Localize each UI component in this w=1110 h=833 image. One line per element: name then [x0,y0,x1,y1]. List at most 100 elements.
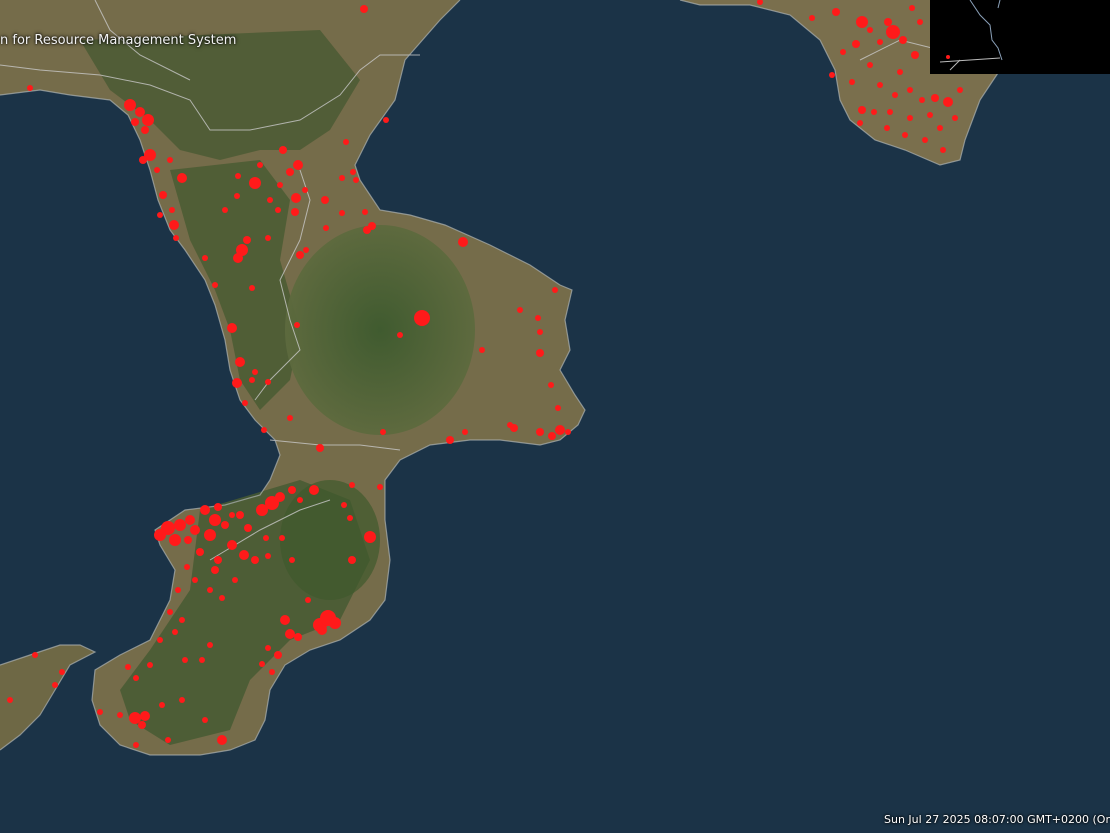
fire-marker [957,87,963,93]
fire-marker [302,187,308,193]
fire-marker [147,662,153,668]
fire-marker [877,39,883,45]
fire-marker [199,657,205,663]
fire-marker [867,62,873,68]
fire-marker [840,49,846,55]
fire-marker [182,657,188,663]
fire-marker [157,212,163,218]
fire-marker [349,482,355,488]
fire-marker [856,16,868,28]
fire-marker [291,208,299,216]
fire-marker [222,207,228,213]
fire-marker [259,661,265,667]
fire-marker [214,503,222,511]
fire-marker [192,577,198,583]
fire-marker [887,109,893,115]
fire-marker [202,717,208,723]
fire-marker [133,675,139,681]
fire-marker [165,737,171,743]
fire-marker [219,595,225,601]
overview-minimap[interactable] [930,0,1110,74]
fire-marker [303,247,309,253]
fire-marker [537,329,543,335]
fire-marker [462,429,468,435]
fire-marker [131,118,139,126]
fire-marker [902,132,908,138]
fire-marker [229,512,235,518]
fire-marker [383,117,389,123]
fire-marker [909,5,915,11]
fire-marker [200,505,210,515]
fire-marker [305,597,311,603]
fire-marker [363,226,371,234]
fire-marker [286,168,294,176]
fire-marker [911,51,919,59]
fire-marker [297,497,303,503]
map-timestamp: Sun Jul 27 2025 08:07:00 GMT+0200 (Or [884,813,1110,826]
fire-marker [234,193,240,199]
fire-marker [159,702,165,708]
fire-marker [289,557,295,563]
fire-marker [251,556,259,564]
fire-marker [360,5,368,13]
fire-marker [536,428,544,436]
fire-marker [249,177,261,189]
fire-marker [548,432,556,440]
fire-marker [263,535,269,541]
fire-marker [285,629,295,639]
fire-marker [565,429,571,435]
fire-marker [249,285,255,291]
fire-marker [291,193,301,203]
fire-marker [133,742,139,748]
fire-marker [479,347,485,353]
fire-marker [274,651,282,659]
fire-marker [173,235,179,241]
fire-marker [877,82,883,88]
fire-marker [937,125,943,131]
satellite-map[interactable] [0,0,1110,833]
fire-marker [249,377,255,383]
fire-marker [275,207,281,213]
fire-marker [275,492,285,502]
fire-marker [535,315,541,321]
fire-marker [242,400,248,406]
fire-marker [353,177,359,183]
fire-marker [377,484,383,490]
fire-marker [209,514,221,526]
fire-marker [309,485,319,495]
fire-marker [7,697,13,703]
fire-marker [177,173,187,183]
fire-marker [849,79,855,85]
fire-marker [339,210,345,216]
fire-marker [857,120,863,126]
fire-marker [257,162,263,168]
fire-marker [232,378,242,388]
fire-marker [329,617,341,629]
fire-marker [899,36,907,44]
fire-marker [27,85,33,91]
fire-marker [917,19,923,25]
fire-marker [279,535,285,541]
fire-marker [252,369,258,375]
fire-marker [202,255,208,261]
fire-marker [221,521,229,529]
fire-marker [341,502,347,508]
fire-marker [265,645,271,651]
fire-marker [867,27,873,33]
fire-marker [172,629,178,635]
fire-marker [135,107,145,117]
fire-marker [184,564,190,570]
fire-marker [169,534,181,546]
fire-marker [536,349,544,357]
fire-marker [124,99,136,111]
fire-marker [239,550,249,560]
fire-marker [922,137,928,143]
fire-marker [952,115,958,121]
fire-marker [362,209,368,215]
fire-marker [852,40,860,48]
fire-marker [552,287,558,293]
fire-marker [236,511,244,519]
fire-marker [897,69,903,75]
fire-marker [52,682,58,688]
fire-marker [179,697,185,703]
